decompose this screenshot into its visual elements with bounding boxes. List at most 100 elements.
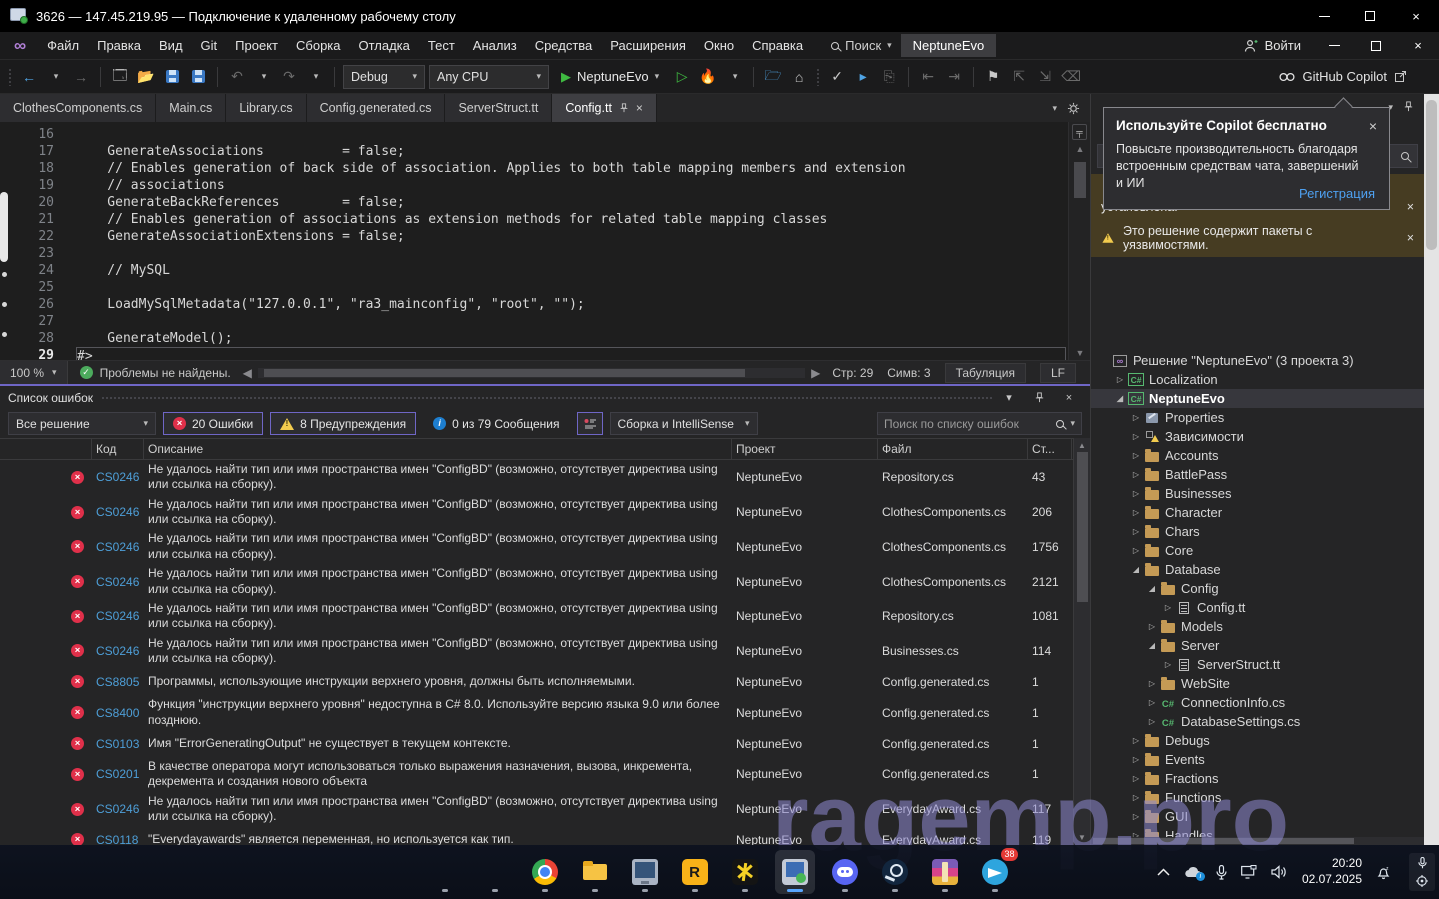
tree-item[interactable]: ▷ Accounts: [1091, 446, 1424, 465]
expander-icon[interactable]: ▷: [1113, 375, 1127, 384]
telegram-icon[interactable]: 38: [975, 850, 1015, 894]
ragemp-icon[interactable]: [725, 850, 765, 894]
code-line[interactable]: 28 GenerateModel();: [18, 330, 1066, 347]
find-in-files-button[interactable]: 🗁: [762, 65, 784, 89]
indent-decrease-button[interactable]: ⇤: [917, 65, 939, 89]
scroll-up-icon[interactable]: ▲: [1069, 144, 1091, 154]
expander-icon[interactable]: ▷: [1129, 793, 1143, 802]
tree-item[interactable]: ▷ Debugs: [1091, 731, 1424, 750]
open-file-button[interactable]: 📂: [135, 65, 157, 89]
menu-item[interactable]: Анализ: [464, 34, 526, 57]
tree-item[interactable]: ▷ BattlePass: [1091, 465, 1424, 484]
h-scroll-thumb[interactable]: [1093, 838, 1354, 844]
target-icon[interactable]: [1416, 875, 1428, 887]
menu-item[interactable]: Отладка: [350, 34, 419, 57]
navigate-forward-button[interactable]: →: [70, 65, 92, 89]
multiline-toggle-button[interactable]: [577, 412, 603, 435]
error-row[interactable]: CS0246 Не удалось найти тип или имя прос…: [0, 460, 1090, 495]
error-row[interactable]: CS0246 Не удалось найти тип или имя прос…: [0, 495, 1090, 530]
error-code-link[interactable]: CS0246: [92, 470, 144, 484]
code-column-header[interactable]: Код: [92, 439, 144, 459]
tree-item[interactable]: ▷ Localization: [1091, 370, 1424, 389]
vs-close-button[interactable]: ×: [1397, 32, 1439, 59]
panel-drag-handle[interactable]: [101, 396, 992, 401]
rdp-maximize-button[interactable]: [1347, 0, 1393, 32]
error-row[interactable]: CS0246 Не удалось найти тип или имя прос…: [0, 792, 1090, 827]
code-line[interactable]: 16: [18, 126, 1066, 143]
registration-link[interactable]: Регистрация: [1299, 186, 1375, 201]
expander-icon[interactable]: ▷: [1161, 603, 1175, 612]
expander-icon[interactable]: ▷: [1145, 622, 1159, 631]
error-search-input[interactable]: [884, 417, 1050, 431]
undo-button[interactable]: ↶: [226, 65, 248, 89]
platform-combo[interactable]: Any CPU▾: [429, 65, 549, 89]
pin-panel-icon[interactable]: [1403, 100, 1414, 115]
taskbar-clock[interactable]: 20:20 02.07.2025: [1302, 856, 1362, 887]
close-panel-icon[interactable]: ×: [1060, 392, 1078, 404]
expander-icon[interactable]: ▷: [1129, 451, 1143, 460]
start-without-debugging-button[interactable]: ▷: [671, 65, 693, 89]
navigate-back-button[interactable]: ←: [18, 65, 40, 89]
code-line[interactable]: 21 // Enables generation of associations…: [18, 211, 1066, 228]
line-column-header[interactable]: Ст...: [1028, 439, 1072, 459]
tree-item[interactable]: ▷ DatabaseSettings.cs: [1091, 712, 1424, 731]
source-filter-combo[interactable]: Сборка и IntelliSense▾: [610, 412, 758, 435]
zoom-selector[interactable]: 100 % ▾: [0, 361, 68, 384]
close-notification-icon[interactable]: ×: [1407, 231, 1414, 245]
tree-item[interactable]: ▷ Functions: [1091, 788, 1424, 807]
tree-item[interactable]: ▷ Properties: [1091, 408, 1424, 427]
scroll-right-icon[interactable]: ▶: [811, 366, 820, 380]
tree-item[interactable]: ▷ Businesses: [1091, 484, 1424, 503]
menu-item[interactable]: Расширения: [601, 34, 695, 57]
copy-lines-button[interactable]: ⎘: [878, 65, 900, 89]
tree-item[interactable]: ▷ Fractions: [1091, 769, 1424, 788]
tree-item[interactable]: ▷ ServerStruct.tt: [1091, 655, 1424, 674]
remote-desktop-icon active[interactable]: [775, 850, 815, 894]
error-code-link[interactable]: CS8805: [92, 675, 144, 689]
menu-item[interactable]: Git: [192, 34, 227, 57]
menu-item[interactable]: Вид: [150, 34, 192, 57]
redo-dropdown[interactable]: ▾: [304, 65, 326, 89]
menu-item[interactable]: Сборка: [287, 34, 350, 57]
bookmark-clear-button[interactable]: ⌫: [1060, 65, 1082, 89]
expander-icon[interactable]: ▷: [1145, 717, 1159, 726]
tree-item[interactable]: ▷ Handles: [1091, 826, 1424, 837]
undo-dropdown[interactable]: ▾: [252, 65, 274, 89]
scroll-left-icon[interactable]: ◀: [243, 366, 252, 380]
discord-icon[interactable]: [825, 850, 865, 894]
error-row[interactable]: CS8805 Программы, использующие инструкци…: [0, 668, 1090, 695]
tree-item[interactable]: ▷ Зависимости: [1091, 427, 1424, 446]
save-button[interactable]: [161, 65, 183, 89]
tray-overflow-chevron-icon[interactable]: [1157, 868, 1170, 876]
scroll-down-icon[interactable]: ▼: [1069, 348, 1091, 358]
tabs-indicator[interactable]: Табуляция: [945, 363, 1026, 383]
expander-icon[interactable]: ▷: [1129, 413, 1143, 422]
code-line[interactable]: 24 // MySQL: [18, 262, 1066, 279]
error-row[interactable]: CS8400 Функция "инструкции верхнего уров…: [0, 695, 1090, 730]
sign-in-button[interactable]: Войти: [1232, 38, 1313, 53]
search-menu-button[interactable]: Поиск ▾: [822, 35, 901, 56]
description-column-header[interactable]: Описание: [144, 439, 732, 459]
expander-icon[interactable]: ▷: [1145, 698, 1159, 707]
navigate-cursor-button[interactable]: ▸: [852, 65, 874, 89]
vs-maximize-button[interactable]: [1355, 32, 1397, 59]
code-line[interactable]: 17 GenerateAssociations = false;: [18, 143, 1066, 160]
rdp-minimize-button[interactable]: [1301, 0, 1347, 32]
expander-icon[interactable]: ◢: [1113, 394, 1127, 403]
file-explorer-icon[interactable]: [575, 850, 615, 894]
scope-filter-combo[interactable]: Все решение▾: [8, 412, 156, 435]
code-line[interactable]: 22 GenerateAssociationExtensions = false…: [18, 228, 1066, 245]
error-row[interactable]: CS0246 Не удалось найти тип или имя прос…: [0, 529, 1090, 564]
microphone-small-icon[interactable]: [1418, 857, 1427, 869]
project-column-header[interactable]: Проект: [732, 439, 878, 459]
tree-item[interactable]: ▷ Models: [1091, 617, 1424, 636]
error-list-scrollbar[interactable]: ▲ ▼: [1073, 438, 1090, 845]
menu-item[interactable]: Правка: [88, 34, 150, 57]
document-tab[interactable]: Main.cs ×: [156, 94, 226, 122]
expander-icon[interactable]: ▷: [1129, 774, 1143, 783]
new-project-button[interactable]: 🗔: [109, 65, 131, 89]
search-options-dropdown[interactable]: ▾: [1070, 418, 1075, 429]
toolbar-grip-2[interactable]: [816, 68, 820, 86]
tree-item[interactable]: ◢ NeptuneEvo: [1091, 389, 1424, 408]
expander-icon[interactable]: ▷: [1129, 508, 1143, 517]
